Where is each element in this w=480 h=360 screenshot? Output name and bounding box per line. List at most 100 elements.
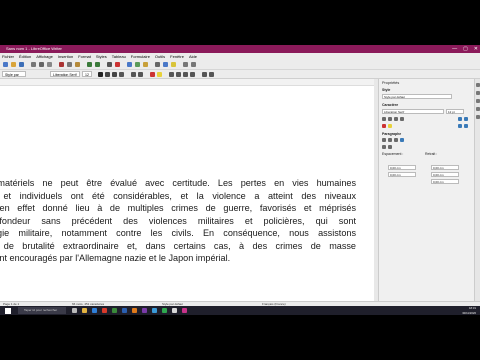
page-icon[interactable] — [476, 115, 480, 119]
bold-icon[interactable] — [98, 72, 103, 77]
align-center-icon[interactable] — [388, 138, 392, 142]
indent-before-field[interactable]: 0,00 cm — [431, 165, 459, 170]
insert-table-icon[interactable] — [127, 62, 132, 67]
properties-icon[interactable] — [476, 83, 480, 87]
paste-icon[interactable] — [75, 62, 80, 67]
highlight-icon[interactable] — [157, 72, 162, 77]
windows-start-icon[interactable] — [5, 308, 11, 314]
styles-icon[interactable] — [476, 91, 480, 95]
paragraph-style-dropdown[interactable]: Style par défaut — [2, 71, 26, 83]
subscript-icon[interactable] — [464, 124, 468, 128]
font-size-dropdown[interactable]: 12 — [82, 71, 92, 77]
menu-table[interactable]: Tableau — [112, 53, 126, 60]
comment-icon[interactable] — [171, 62, 176, 67]
menu-file[interactable]: Fichier — [2, 53, 14, 60]
photos-icon[interactable] — [152, 308, 157, 313]
menu-form[interactable]: Formulaire — [131, 53, 150, 60]
gallery-icon[interactable] — [476, 99, 480, 103]
numbered-list-icon[interactable] — [209, 72, 214, 77]
export-pdf-icon[interactable] — [31, 62, 36, 67]
font-color-icon[interactable] — [382, 124, 386, 128]
align-left-icon[interactable] — [382, 138, 386, 142]
basic-shapes-icon[interactable] — [191, 62, 196, 67]
bullet-list-icon[interactable] — [382, 145, 386, 149]
align-left-icon[interactable] — [169, 72, 174, 77]
italic-icon[interactable] — [105, 72, 110, 77]
app-icon[interactable] — [182, 308, 187, 313]
align-center-icon[interactable] — [176, 72, 181, 77]
close-button[interactable]: ✕ — [474, 45, 478, 53]
document-text[interactable]: images matériels ne peut être évalué ave… — [0, 177, 356, 265]
hyperlink-icon[interactable] — [163, 62, 168, 67]
sidebar-style-dropdown[interactable]: Style par défaut — [382, 94, 452, 99]
find-replace-icon[interactable] — [107, 62, 112, 67]
print-preview-icon[interactable] — [47, 62, 52, 67]
align-right-icon[interactable] — [183, 72, 188, 77]
menu-format[interactable]: Format — [78, 53, 91, 60]
align-right-icon[interactable] — [394, 138, 398, 142]
media-player-icon[interactable] — [142, 308, 147, 313]
open-folder-icon[interactable] — [11, 62, 16, 67]
subscript-icon[interactable] — [138, 72, 143, 77]
sidebar-font-dropdown[interactable]: Liberation Serif — [382, 109, 444, 114]
taskbar-search-input[interactable]: Taper ici pour rechercher — [18, 307, 66, 314]
menu-help[interactable]: Aide — [189, 53, 197, 60]
edge-browser-icon[interactable] — [92, 308, 97, 313]
navigator-icon[interactable] — [476, 107, 480, 111]
sidebar-size-dropdown[interactable]: 12 pt — [446, 109, 464, 114]
redo-icon[interactable] — [95, 62, 100, 67]
libreoffice-icon[interactable] — [162, 308, 167, 313]
system-clock[interactable]: 18:31 30/11/2020 — [462, 306, 476, 315]
superscript-icon[interactable] — [458, 124, 462, 128]
first-line-indent-field[interactable]: 0,00 cm — [431, 179, 459, 184]
menu-edit[interactable]: Édition — [19, 53, 31, 60]
task-view-icon[interactable] — [72, 308, 77, 313]
insert-image-icon[interactable] — [135, 62, 140, 67]
minimize-button[interactable]: — — [452, 45, 457, 53]
superscript-icon[interactable] — [131, 72, 136, 77]
italic-icon[interactable] — [388, 117, 392, 121]
spellcheck-icon[interactable] — [115, 62, 120, 67]
cut-icon[interactable] — [59, 62, 64, 67]
paragraph-section-header[interactable]: Paragraphe — [382, 132, 401, 136]
indent-after-field[interactable]: 0,00 cm — [431, 172, 459, 177]
grow-font-icon[interactable] — [458, 117, 462, 121]
menu-tools[interactable]: Outils — [155, 53, 165, 60]
justify-icon[interactable] — [400, 138, 404, 142]
underline-icon[interactable] — [112, 72, 117, 77]
spacing-above-field[interactable]: 0,00 cm — [388, 165, 416, 170]
bullet-list-icon[interactable] — [202, 72, 207, 77]
draw-line-icon[interactable] — [183, 62, 188, 67]
highlight-icon[interactable] — [388, 124, 392, 128]
copy-icon[interactable] — [67, 62, 72, 67]
spacing-below-field[interactable]: 0,00 cm — [388, 172, 416, 177]
save-icon[interactable] — [19, 62, 24, 67]
mail-icon[interactable] — [122, 308, 127, 313]
font-color-icon[interactable] — [150, 72, 155, 77]
menu-insert[interactable]: Insertion — [58, 53, 73, 60]
menu-styles[interactable]: Styles — [96, 53, 107, 60]
character-section-header[interactable]: Caractère — [382, 103, 398, 107]
font-name-dropdown[interactable]: Liberation Serif — [50, 71, 80, 77]
maximize-button[interactable]: ▢ — [463, 45, 468, 53]
style-section-header[interactable]: Style — [382, 88, 390, 92]
special-character-icon[interactable] — [155, 62, 160, 67]
file-explorer-icon[interactable] — [82, 308, 87, 313]
new-document-icon[interactable] — [3, 62, 8, 67]
underline-icon[interactable] — [394, 117, 398, 121]
firefox-icon[interactable] — [132, 308, 137, 313]
chrome-browser-icon[interactable] — [102, 308, 107, 313]
strikethrough-icon[interactable] — [400, 117, 404, 121]
justify-icon[interactable] — [190, 72, 195, 77]
print-icon[interactable] — [39, 62, 44, 67]
menu-window[interactable]: Fenêtre — [170, 53, 184, 60]
calculator-icon[interactable] — [172, 308, 177, 313]
document-page[interactable]: images matériels ne peut être évalué ave… — [0, 79, 374, 301]
strikethrough-icon[interactable] — [119, 72, 124, 77]
numbered-list-icon[interactable] — [388, 145, 392, 149]
bold-icon[interactable] — [382, 117, 386, 121]
undo-icon[interactable] — [87, 62, 92, 67]
menu-view[interactable]: Affichage — [36, 53, 53, 60]
store-icon[interactable] — [112, 308, 117, 313]
insert-chart-icon[interactable] — [143, 62, 148, 67]
